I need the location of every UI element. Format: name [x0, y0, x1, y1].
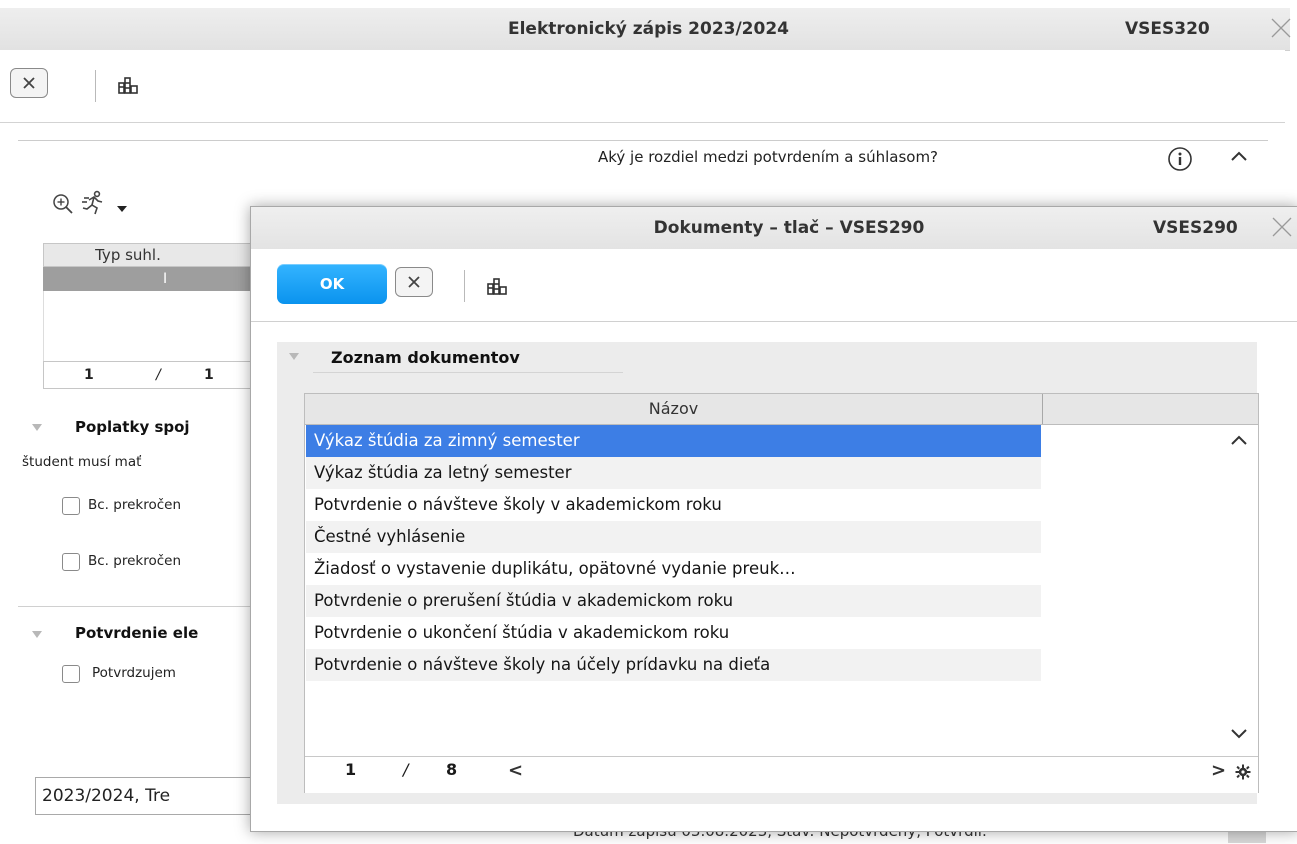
- section-divider: [18, 606, 258, 607]
- close-icon: [408, 276, 420, 288]
- pager-total: 1: [204, 367, 214, 383]
- table-body: [43, 291, 254, 361]
- close-icon: [23, 77, 35, 89]
- ok-button[interactable]: OK: [277, 264, 387, 304]
- zoom-in-icon[interactable]: [52, 193, 74, 215]
- section-collapse-icon[interactable]: [289, 353, 299, 360]
- run-icon[interactable]: [80, 190, 108, 216]
- document-row[interactable]: Žiadosť o vystavenie duplikátu, opätovné…: [306, 553, 1041, 585]
- document-row[interactable]: Výkaz štúdia za letný semester: [306, 457, 1041, 489]
- main-cancel-button[interactable]: [10, 68, 48, 98]
- section-title-documents: Zoznam dokumentov: [331, 348, 520, 367]
- chevron-down-icon[interactable]: [116, 199, 128, 212]
- close-icon[interactable]: [1267, 14, 1295, 42]
- academic-year-select[interactable]: 2023/2024, Tre: [35, 777, 260, 815]
- toolbar-divider: [95, 70, 96, 102]
- chevron-up-icon[interactable]: [1228, 146, 1250, 166]
- layout-icon[interactable]: [486, 275, 508, 297]
- section-underline: [313, 372, 623, 373]
- document-row[interactable]: Výkaz štúdia za zimný semester: [306, 425, 1041, 457]
- pager-total: 8: [446, 760, 458, 779]
- section-title-confirmation: Potvrdenie ele: [75, 624, 199, 642]
- fee-checkbox-1[interactable]: [62, 497, 80, 515]
- fee-checkbox-1-label: Bc. prekročen: [88, 497, 182, 513]
- pager-prev-button[interactable]: <: [508, 760, 523, 781]
- gear-icon[interactable]: [1235, 764, 1251, 780]
- dialog-cancel-button[interactable]: [395, 267, 433, 297]
- main-toolbar: [0, 50, 1285, 123]
- layout-icon[interactable]: [117, 74, 139, 96]
- document-row[interactable]: Potvrdenie o ukončení štúdia v akademick…: [306, 617, 1041, 649]
- section-title-fees: Poplatky spoj: [75, 418, 190, 436]
- pager-separator: /: [156, 367, 161, 383]
- dialog-code: VSES290: [1153, 218, 1238, 238]
- table-pager: 1 / 1: [43, 361, 253, 389]
- toolbar-divider: [464, 270, 465, 302]
- section-fees-description: študent musí mať: [22, 454, 142, 470]
- pager-current: 1: [345, 760, 357, 779]
- pager-next-button[interactable]: >: [1211, 760, 1226, 781]
- table-header-type[interactable]: Typ suhl.: [43, 243, 253, 267]
- pager-current: 1: [84, 367, 94, 383]
- chevron-down-icon[interactable]: [1228, 724, 1250, 744]
- pager-separator: /: [403, 760, 409, 779]
- chevron-up-icon[interactable]: [1228, 430, 1250, 450]
- main-window-code: VSES320: [1125, 19, 1210, 39]
- fee-checkbox-2[interactable]: [62, 553, 80, 571]
- fee-checkbox-2-label: Bc. prekročen: [88, 553, 182, 569]
- section-collapse-icon[interactable]: [32, 424, 42, 431]
- section-collapse-icon[interactable]: [32, 631, 42, 638]
- dialog-title: Dokumenty – tlač – VSES290: [653, 218, 925, 238]
- document-row[interactable]: Potvrdenie o návšteve školy v akademicko…: [306, 489, 1041, 521]
- document-row[interactable]: Potvrdenie o prerušení štúdia v akademic…: [306, 585, 1041, 617]
- info-icon[interactable]: [1167, 146, 1193, 172]
- confirm-checkbox-label: Potvrdzujem: [92, 665, 176, 681]
- confirm-checkbox[interactable]: [62, 665, 80, 683]
- document-row[interactable]: Potvrdenie o návšteve školy na účely prí…: [306, 649, 1041, 681]
- window-edge-mark: [1291, 56, 1297, 70]
- document-row[interactable]: Čestné vyhlásenie: [306, 521, 1041, 553]
- help-question-link[interactable]: Aký je rozdiel medzi potvrdením a súhlas…: [598, 148, 938, 166]
- main-window-title: Elektronický zápis 2023/2024: [507, 19, 789, 39]
- column-header-name[interactable]: Názov: [305, 394, 1043, 424]
- close-icon[interactable]: [1268, 213, 1296, 241]
- table-row-selected[interactable]: I: [43, 267, 253, 291]
